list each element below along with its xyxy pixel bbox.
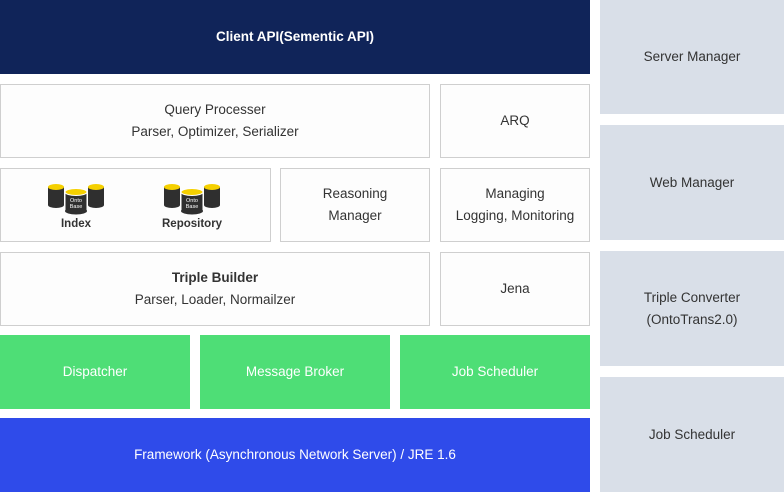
dispatcher-block: Dispatcher: [0, 335, 190, 409]
triple-builder-title: Triple Builder: [171, 270, 259, 285]
query-processer-title: Query Processer: [164, 102, 266, 117]
query-processer-block: Query Processer Parser, Optimizer, Seria…: [0, 84, 430, 158]
reasoning-manager-block: Reasoning Manager: [280, 168, 430, 242]
database-cylinder-center: Onto Base: [180, 188, 204, 215]
managing-block: Managing Logging, Monitoring: [440, 168, 590, 242]
reasoning-line-2: Manager: [328, 208, 382, 223]
triple-converter-line-1: Triple Converter: [643, 289, 741, 305]
database-cylinder-left: [164, 184, 181, 208]
server-manager-block: Server Manager: [600, 0, 784, 114]
dispatcher-label: Dispatcher: [62, 364, 128, 379]
index-db-text-2: Base: [70, 204, 83, 210]
repository-db-text-2: Base: [186, 204, 199, 210]
side-job-scheduler-label: Job Scheduler: [648, 426, 736, 442]
framework-block: Framework (Asynchronous Network Server) …: [0, 418, 590, 492]
database-cylinder-left: [48, 184, 64, 208]
framework-label: Framework (Asynchronous Network Server) …: [134, 447, 456, 462]
index-label: Index: [60, 218, 92, 230]
web-manager-label: Web Manager: [649, 174, 735, 190]
database-cylinder-right: [204, 184, 221, 208]
client-api-label: Client API(Sementic API): [215, 29, 375, 44]
message-broker-block: Message Broker: [200, 335, 390, 409]
triple-converter-line-2: (OntoTrans2.0): [646, 311, 738, 327]
reasoning-line-1: Reasoning: [322, 186, 388, 201]
job-scheduler-block: Job Scheduler: [400, 335, 590, 409]
arq-label: ARQ: [500, 113, 530, 128]
message-broker-label: Message Broker: [245, 364, 345, 379]
database-cylinder-right: [88, 184, 104, 208]
index-database-icon: Onto Base: [48, 184, 104, 215]
arq-block: ARQ: [440, 84, 590, 158]
repository-label: Repository: [162, 218, 223, 230]
repository-group: Onto Base Repository: [162, 183, 222, 231]
triple-builder-subtitle: Parser, Loader, Normailzer: [134, 292, 296, 307]
managing-line-2: Logging, Monitoring: [455, 208, 575, 223]
server-manager-label: Server Manager: [643, 49, 741, 64]
job-scheduler-label: Job Scheduler: [451, 364, 539, 379]
triple-converter-block: Triple Converter (OntoTrans2.0): [600, 251, 784, 366]
storage-block: Onto Base Index Onto Base Repository: [0, 168, 271, 242]
triple-builder-block: Triple Builder Parser, Loader, Normailze…: [0, 252, 430, 326]
side-job-scheduler-block: Job Scheduler: [600, 377, 784, 492]
managing-line-1: Managing: [485, 186, 545, 201]
jena-label: Jena: [500, 281, 530, 296]
database-cylinder-center: Onto Base: [64, 188, 88, 215]
query-processer-subtitle: Parser, Optimizer, Serializer: [131, 124, 299, 139]
jena-block: Jena: [440, 252, 590, 326]
repository-database-icon: Onto Base: [164, 184, 221, 215]
client-api-block: Client API(Sementic API): [0, 0, 590, 74]
index-group: Onto Base Index: [47, 183, 105, 231]
web-manager-block: Web Manager: [600, 125, 784, 240]
